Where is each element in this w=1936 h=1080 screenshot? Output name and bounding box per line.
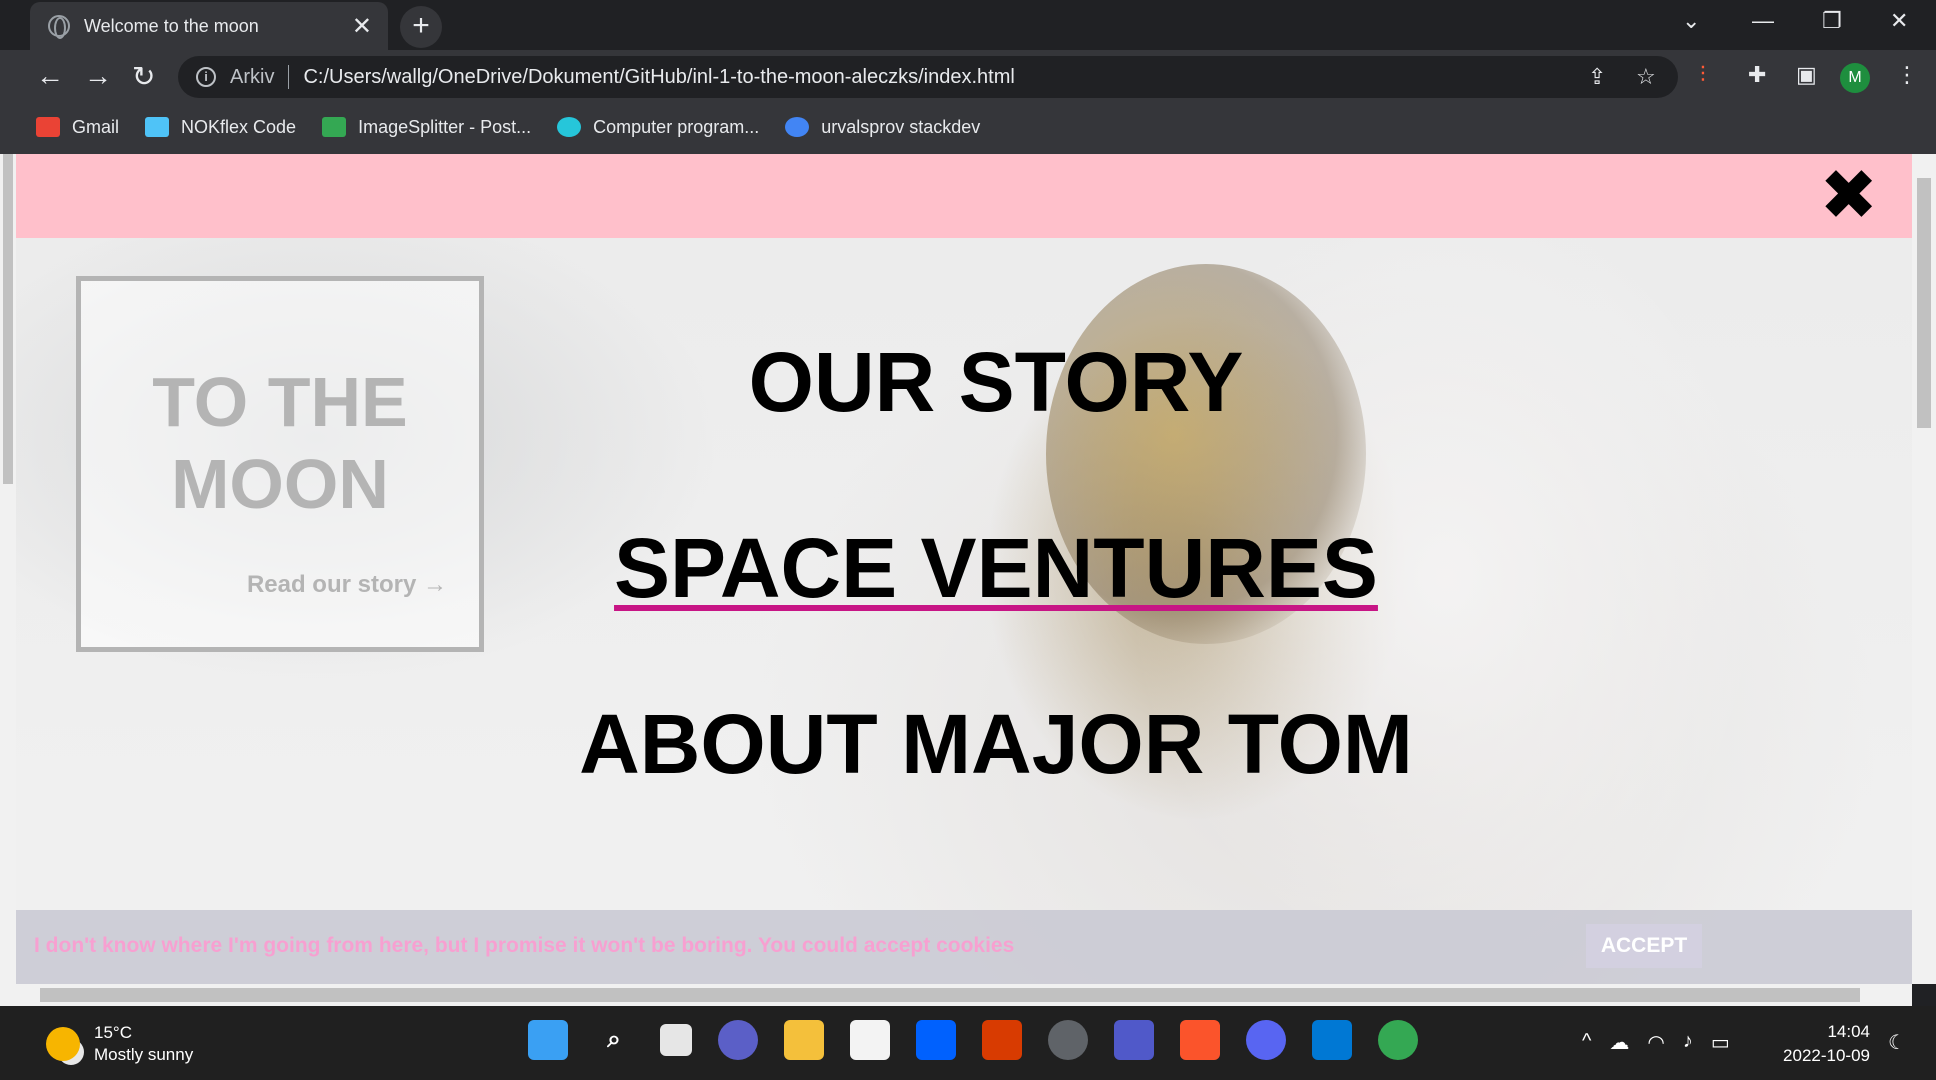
system-clock[interactable]: 14:04 2022-10-09 (1770, 1020, 1870, 1068)
address-scheme: Arkiv (230, 65, 275, 88)
globe-icon (48, 15, 70, 39)
menu-item-label: ABOUT MAJOR TOM (579, 697, 1413, 791)
wifi-icon[interactable]: ◠ (1647, 1030, 1664, 1055)
extension-icon[interactable]: ⫶ (1700, 62, 1706, 88)
teams-icon[interactable] (1114, 1020, 1154, 1060)
battery-icon[interactable]: ▭ (1711, 1030, 1730, 1055)
close-menu-icon[interactable]: ✖ (1819, 160, 1878, 230)
menu-item-label: OUR STORY (748, 335, 1244, 429)
file-explorer-icon[interactable] (784, 1020, 824, 1060)
bookmark-label: ImageSplitter - Post... (358, 116, 532, 137)
address-bar[interactable]: i Arkiv C:/Users/wallg/OneDrive/Dokument… (178, 56, 1678, 98)
windows-taskbar: 15°C Mostly sunny ⌕ ^ ☁ ◠ ♪ ▭ 14:04 2022… (0, 1006, 1936, 1080)
bookmark-computer-program[interactable]: Computer program... (557, 117, 759, 138)
discord-icon[interactable] (1246, 1020, 1286, 1060)
weather-widget[interactable]: 15°C Mostly sunny (46, 1022, 193, 1066)
left-scroll-thumb[interactable] (3, 154, 13, 484)
accept-cookies-button[interactable]: ACCEPT (1586, 924, 1702, 968)
menu-item-our-story[interactable]: OUR STORY (576, 334, 1416, 430)
dropbox-icon[interactable] (916, 1020, 956, 1060)
tab-title: Welcome to the moon (84, 15, 259, 36)
browser-chrome: Welcome to the moon ✕ + ⌄ — ❐ ✕ ← → ↻ i … (0, 0, 1936, 154)
shield-icon (557, 117, 582, 137)
store-icon[interactable] (850, 1020, 890, 1060)
dots-icon (785, 117, 810, 137)
browser-toolbar: ← → ↻ i Arkiv C:/Users/wallg/OneDrive/Do… (0, 50, 1936, 104)
office-icon[interactable] (982, 1020, 1022, 1060)
bookmark-nokflex[interactable]: NOKflex Code (145, 117, 296, 138)
brave-icon[interactable] (1180, 1020, 1220, 1060)
system-tray: ^ ☁ ◠ ♪ ▭ (1582, 1030, 1748, 1055)
notifications-moon-icon[interactable]: ☾ (1888, 1030, 1906, 1055)
share-icon[interactable]: ⇪ (1588, 64, 1606, 90)
vscode-icon[interactable] (1312, 1020, 1352, 1060)
task-view-icon[interactable] (660, 1024, 692, 1056)
bookmark-star-icon[interactable]: ☆ (1636, 64, 1656, 90)
side-panel-icon[interactable]: ▣ (1796, 62, 1817, 88)
search-icon[interactable]: ⌕ (594, 1020, 634, 1060)
menu-kebab-icon[interactable]: ⋮ (1896, 62, 1918, 88)
top-nav-bar: ✖ (16, 154, 1912, 238)
bookmark-label: urvalsprov stackdev (821, 116, 981, 137)
cookie-banner: I don't know where I'm going from here, … (16, 910, 1912, 984)
new-tab-button[interactable]: + (400, 6, 442, 48)
profile-avatar[interactable]: M (1840, 63, 1870, 93)
imagesplitter-icon (322, 117, 347, 137)
horizontal-scroll-thumb[interactable] (40, 988, 1860, 1002)
back-icon[interactable]: ← (36, 60, 64, 92)
bookmark-gmail[interactable]: Gmail (36, 117, 119, 138)
tab-strip: Welcome to the moon ✕ + ⌄ — ❐ ✕ (0, 0, 1936, 50)
logo-title: TO THE MOON (152, 363, 408, 523)
gmail-icon (36, 117, 60, 137)
info-icon[interactable]: i (196, 67, 216, 87)
horizontal-scrollbar[interactable] (16, 984, 1912, 1006)
minimize-icon[interactable]: — (1752, 8, 1774, 34)
restore-icon[interactable]: ❐ (1822, 8, 1842, 34)
menu-item-space-ventures[interactable]: SPACE VENTURES (576, 520, 1416, 616)
zoom-icon[interactable] (718, 1020, 758, 1060)
volume-icon[interactable]: ♪ (1683, 1030, 1693, 1055)
tab-close-icon[interactable]: ✕ (352, 12, 372, 41)
bookmark-label: Gmail (72, 116, 120, 137)
clock-time: 14:04 (1827, 1022, 1870, 1041)
partly-sunny-icon (46, 1027, 80, 1061)
read-story-link[interactable]: Read our story → (247, 571, 447, 599)
bookmark-label: Computer program... (593, 116, 760, 137)
address-separator (288, 65, 290, 89)
bookmark-label: NOKflex Code (181, 116, 297, 137)
main-menu: OUR STORY SPACE VENTURES ABOUT MAJOR TOM (576, 334, 1416, 882)
taskbar-apps: ⌕ (528, 1020, 1444, 1060)
settings-gear-icon[interactable] (1048, 1020, 1088, 1060)
logo-card: TO THE MOON Read our story → (76, 276, 484, 652)
window-close-icon[interactable]: ✕ (1890, 8, 1908, 34)
bookmark-urvalsprov[interactable]: urvalsprov stackdev (785, 117, 980, 138)
weather-description: Mostly sunny (94, 1045, 194, 1064)
vertical-scroll-thumb[interactable] (1917, 178, 1931, 428)
address-text[interactable]: C:/Users/wallg/OneDrive/Dokument/GitHub/… (303, 66, 1014, 89)
left-scrollbar[interactable] (0, 154, 16, 1006)
onedrive-icon[interactable]: ☁ (1609, 1030, 1629, 1055)
extensions-puzzle-icon[interactable]: ✚ (1748, 62, 1766, 88)
cookie-text: I don't know where I'm going from here, … (34, 934, 1015, 957)
reload-icon[interactable]: ↻ (132, 60, 155, 93)
browser-tab[interactable]: Welcome to the moon ✕ (30, 2, 388, 50)
clock-date: 2022-10-09 (1783, 1046, 1870, 1065)
chrome-icon[interactable] (1378, 1020, 1418, 1060)
menu-item-label: SPACE VENTURES (614, 521, 1378, 615)
bookmarks-bar: Gmail NOKflex Code ImageSplitter - Post.… (0, 104, 1936, 150)
vertical-scrollbar[interactable] (1912, 154, 1936, 984)
windows-start-icon[interactable] (528, 1020, 568, 1060)
tab-search-icon[interactable]: ⌄ (1682, 8, 1700, 34)
temperature: 15°C (94, 1023, 132, 1042)
diamond-icon (145, 117, 170, 137)
forward-icon[interactable]: → (84, 60, 112, 92)
tray-chevron-icon[interactable]: ^ (1582, 1030, 1591, 1055)
bookmark-imagesplitter[interactable]: ImageSplitter - Post... (322, 117, 531, 138)
page-viewport: ✖ TO THE MOON Read our story → OUR STORY… (16, 154, 1912, 984)
menu-item-about-major-tom[interactable]: ABOUT MAJOR TOM (576, 696, 1416, 792)
